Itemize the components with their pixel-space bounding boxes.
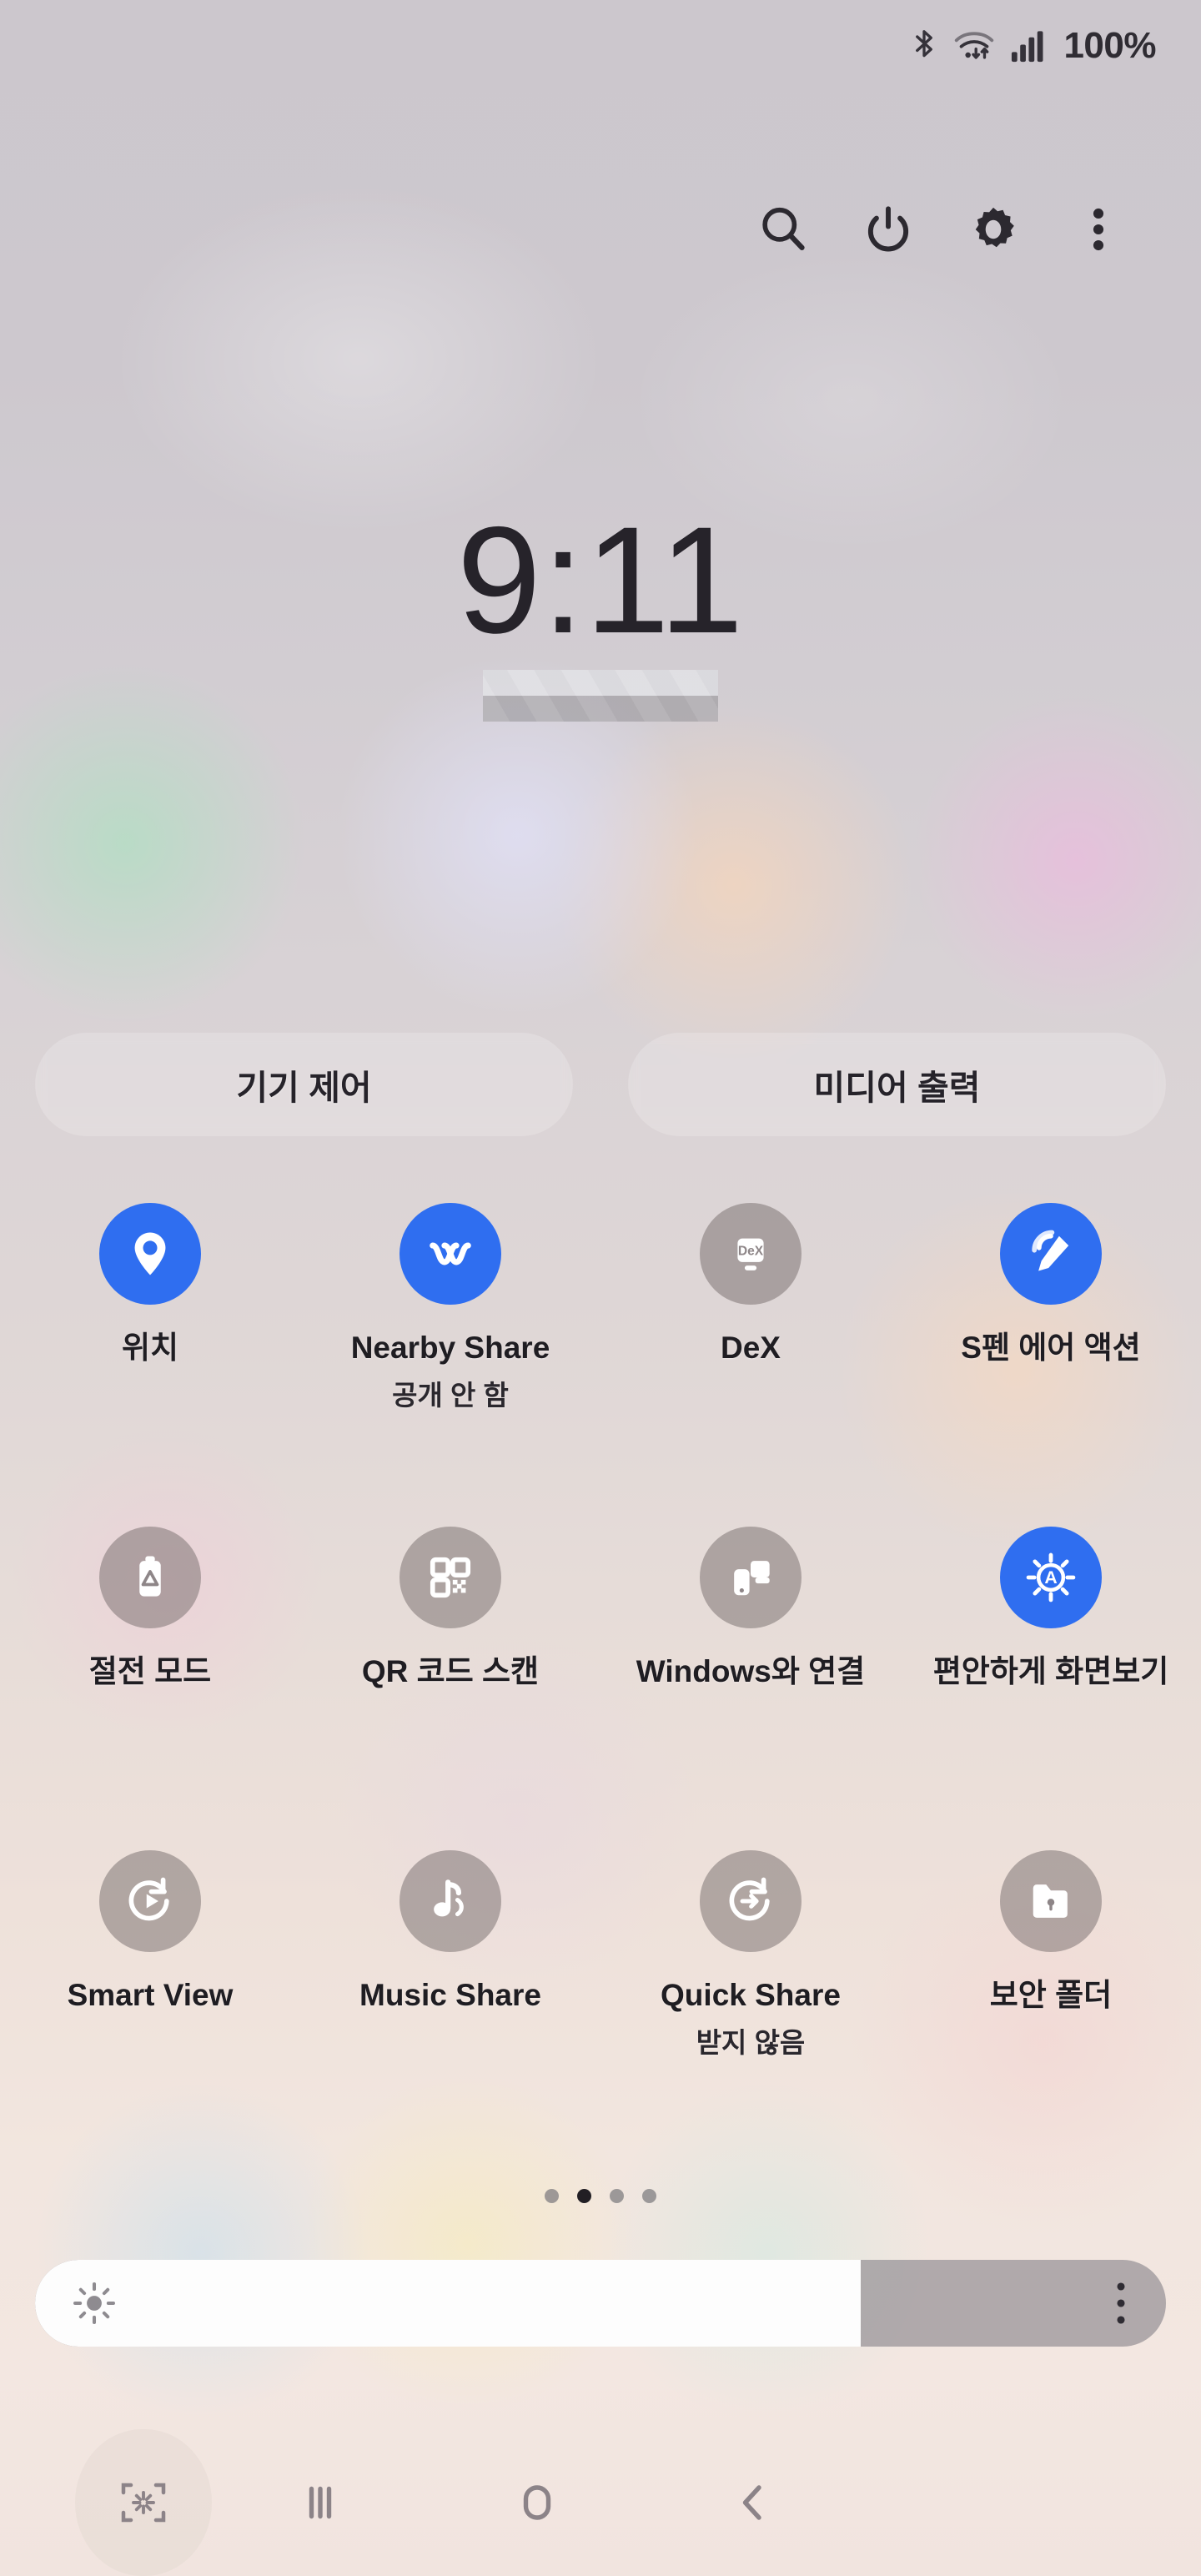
toggle-secure-folder[interactable]: 보안 폴더 (901, 1850, 1201, 2174)
toggle-quick-share[interactable]: Quick Share 받지 않음 (600, 1850, 901, 2174)
search-button[interactable] (731, 179, 836, 279)
toggle-label: DeX (721, 1331, 781, 1365)
toggle-row: Smart View Music Share Quick Share 받지 않음… (0, 1850, 1201, 2174)
battery-percentage: 100% (1063, 25, 1156, 66)
nav-home-button[interactable] (429, 2429, 646, 2576)
toggle-label: Smart View (67, 1978, 234, 2012)
location-pin-icon (99, 1203, 201, 1305)
toggle-label: 위치 (121, 1331, 179, 1365)
secure-folder-icon (1000, 1850, 1102, 1952)
toggle-location[interactable]: 위치 (0, 1203, 300, 1527)
brightness-slider[interactable] (35, 2260, 1166, 2347)
toggle-dex[interactable]: DeX DeX (600, 1203, 901, 1527)
status-bar: 100% (0, 0, 1201, 92)
toggle-nearby-share[interactable]: Nearby Share 공개 안 함 (300, 1203, 600, 1527)
toggle-sublabel: 받지 않음 (696, 2026, 806, 2058)
clock-widget[interactable]: 9:11 (0, 495, 1201, 722)
device-control-label: 기기 제어 (236, 1069, 372, 1107)
toggle-label: 보안 폴더 (989, 1978, 1113, 2012)
more-button[interactable] (1046, 179, 1151, 279)
dex-icon: DeX (700, 1203, 802, 1305)
toggle-label: QR 코드 스캔 (361, 1654, 540, 1688)
toggle-smart-view[interactable]: Smart View (0, 1850, 300, 2174)
page-dot[interactable] (545, 2189, 559, 2203)
power-button[interactable] (836, 179, 941, 279)
spen-air-action-icon (1000, 1203, 1102, 1305)
toggle-spen-air-action[interactable]: S펜 에어 액션 (901, 1203, 1201, 1527)
toggle-label: 편안하게 화면보기 (932, 1654, 1169, 1688)
link-to-windows-icon (700, 1527, 802, 1628)
page-indicator (0, 2189, 1201, 2203)
brightness-slider-fill (35, 2260, 861, 2347)
quick-panel-toolbar (0, 179, 1201, 279)
toggle-label: S펜 에어 액션 (961, 1331, 1141, 1365)
toggle-eye-comfort-shield[interactable]: A 편안하게 화면보기 (901, 1527, 1201, 1850)
toggle-label: 절전 모드 (88, 1654, 212, 1688)
svg-text:DeX: DeX (738, 1244, 764, 1258)
nav-back-button[interactable] (646, 2429, 862, 2576)
device-control-button[interactable]: 기기 제어 (35, 1033, 573, 1136)
navigation-bar (0, 2429, 1201, 2576)
toggle-music-share[interactable]: Music Share (300, 1850, 600, 2174)
media-output-label: 미디어 출력 (813, 1069, 981, 1107)
toggle-label: Windows와 연결 (636, 1654, 866, 1688)
quick-settings-grid: 위치 Nearby Share 공개 안 함 DeX DeX S펜 에어 액션 … (0, 1203, 1201, 2174)
page-dot[interactable] (610, 2189, 624, 2203)
quick-access-pills: 기기 제어 미디어 출력 (35, 1033, 1166, 1136)
toggle-row: 위치 Nearby Share 공개 안 함 DeX DeX S펜 에어 액션 (0, 1203, 1201, 1527)
toggle-row: 절전 모드 QR 코드 스캔 Windows와 연결 A 편안하게 화면보기 (0, 1527, 1201, 1850)
settings-button[interactable] (941, 179, 1046, 279)
brightness-more-button[interactable] (1114, 2280, 1128, 2327)
nav-capture-button[interactable] (75, 2429, 212, 2576)
toggle-sublabel: 공개 안 함 (392, 1379, 509, 1411)
power-saving-icon (99, 1527, 201, 1628)
page-dot-active[interactable] (577, 2189, 591, 2203)
qr-code-icon (399, 1527, 501, 1628)
music-share-icon (399, 1850, 501, 1952)
bluetooth-icon (910, 28, 938, 64)
eye-comfort-shield-icon: A (1000, 1527, 1102, 1628)
page-dot[interactable] (642, 2189, 656, 2203)
toggle-label: Nearby Share (350, 1331, 550, 1365)
wifi-icon (953, 28, 995, 64)
clock-time: 9:11 (456, 495, 745, 665)
svg-text:A: A (1044, 1567, 1057, 1587)
nearby-share-icon (399, 1203, 501, 1305)
smart-view-icon (99, 1850, 201, 1952)
toggle-qr-scan[interactable]: QR 코드 스캔 (300, 1527, 600, 1850)
toggle-label: Quick Share (661, 1978, 841, 2012)
media-output-button[interactable]: 미디어 출력 (628, 1033, 1166, 1136)
signal-icon (1010, 28, 1045, 64)
nav-recents-button[interactable] (212, 2429, 429, 2576)
toggle-link-to-windows[interactable]: Windows와 연결 (600, 1527, 901, 1850)
brightness-sun-icon (72, 2281, 117, 2326)
toggle-label: Music Share (359, 1978, 541, 2012)
clock-decorative-banner (483, 670, 718, 722)
toggle-power-saving[interactable]: 절전 모드 (0, 1527, 300, 1850)
quick-share-icon (700, 1850, 802, 1952)
